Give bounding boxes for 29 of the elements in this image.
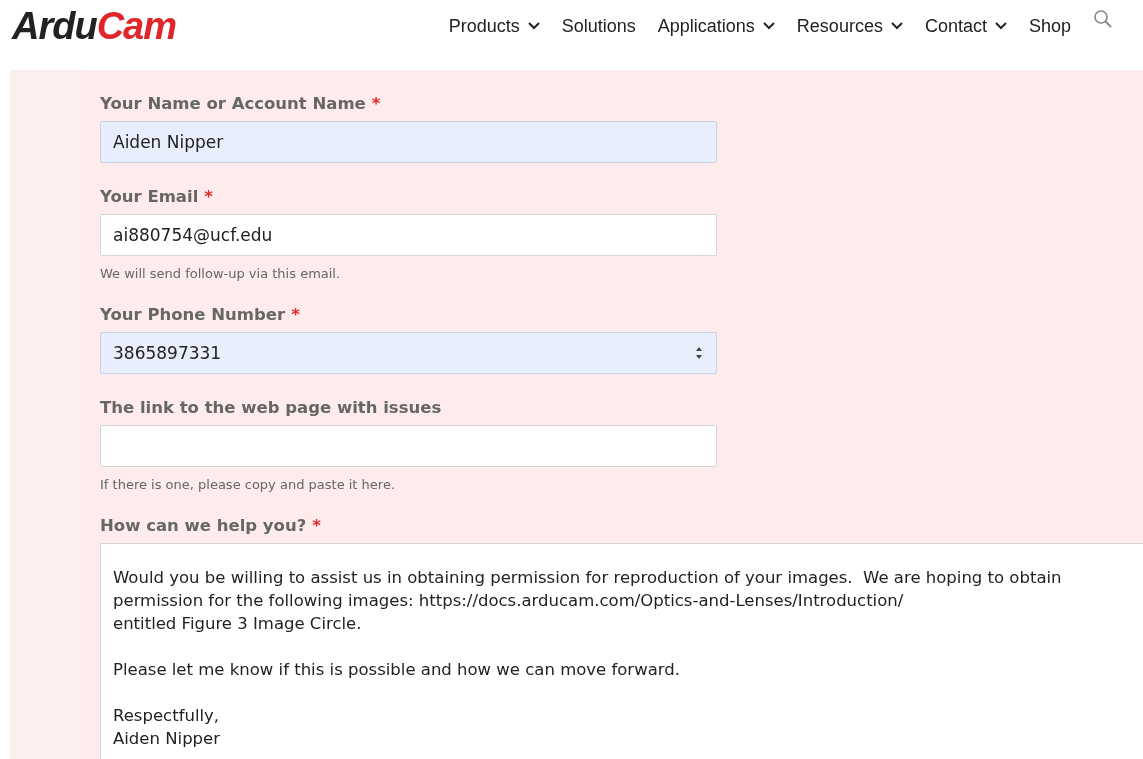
help-text: If there is one, please copy and paste it here. — [100, 477, 397, 492]
chevron-down-icon — [994, 22, 1007, 30]
required-asterisk: * — [291, 305, 300, 324]
nav-link[interactable]: Resources — [796, 15, 903, 37]
input-field[interactable]: 3865897331 — [100, 332, 717, 374]
nav-link[interactable]: Shop — [1028, 15, 1071, 37]
input-field[interactable]: Aiden Nipper — [100, 121, 717, 163]
field-label: How can we help you? — [100, 516, 307, 535]
required-asterisk: * — [371, 94, 381, 113]
field-label: The link to the web page with issues — [100, 398, 442, 417]
nav-link[interactable]: Contact — [924, 15, 1007, 37]
nav-link[interactable]: Solutions — [561, 15, 636, 37]
input-field[interactable]: ai880754@ucf.edu — [100, 214, 717, 256]
message-field[interactable]: Would you be willing to assist us in obtaining permission for reproduction of your images. We are hoping to obtain permission for the following images: https://docs.arducam.com/Optics-and-Lenses/Introduction/ entitled Figure 3 Image Circle. Please let me know if this is possible and how we can move forward. Respectfully, Aiden Nipper — [100, 543, 1143, 759]
chevron-down-icon — [762, 22, 775, 30]
search-icon[interactable] — [1093, 9, 1113, 29]
nav-link[interactable]: Applications — [657, 15, 775, 37]
spinner-icon[interactable] — [694, 345, 704, 361]
chevron-down-icon — [890, 22, 903, 30]
chevron-down-icon — [527, 22, 540, 30]
required-asterisk: * — [204, 187, 213, 206]
field-label: Your Email — [100, 187, 199, 206]
field-label: Your Name or Account Name — [100, 94, 366, 113]
input-field[interactable] — [100, 425, 717, 467]
required-asterisk: * — [312, 516, 321, 535]
logo[interactable]: ArduCam — [12, 4, 177, 48]
help-text: We will send follow-up via this email. — [100, 266, 342, 281]
field-label: Your Phone Number — [100, 305, 286, 324]
nav-link[interactable]: Products — [448, 15, 540, 37]
